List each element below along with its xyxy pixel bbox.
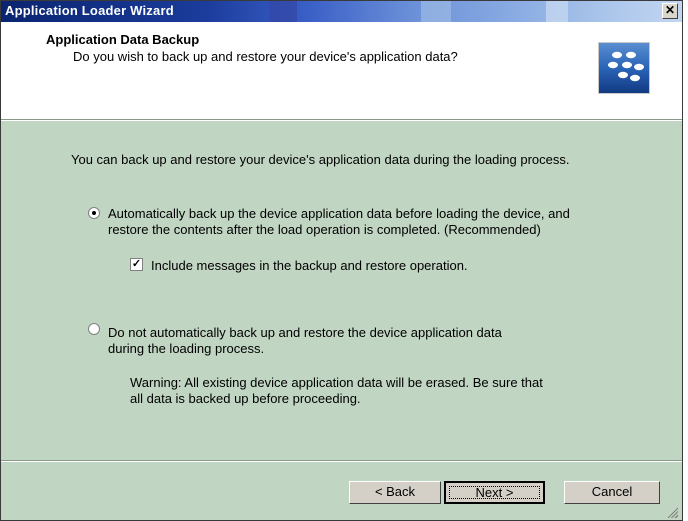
page-title: Application Data Backup bbox=[46, 32, 200, 47]
blackberry-logo-icon bbox=[598, 42, 650, 94]
close-button[interactable]: ✕ bbox=[662, 3, 678, 19]
header-divider bbox=[1, 119, 682, 121]
manual-backup-radio[interactable] bbox=[88, 323, 100, 335]
warning-line2: all data is backed up before proceeding. bbox=[130, 391, 361, 406]
include-messages-label[interactable]: Include messages in the backup and resto… bbox=[151, 258, 468, 274]
title-bar[interactable]: Application Loader Wizard ✕ bbox=[1, 1, 682, 22]
manual-backup-label-line1[interactable]: Do not automatically back up and restore… bbox=[108, 325, 502, 341]
footer-divider bbox=[1, 460, 682, 462]
wizard-window: Application Loader Wizard ✕ Application … bbox=[0, 0, 683, 521]
window-title: Application Loader Wizard bbox=[5, 3, 174, 18]
back-button[interactable]: < Back bbox=[349, 481, 441, 504]
resize-grip-icon[interactable] bbox=[666, 506, 678, 518]
page-subtitle: Do you wish to back up and restore your … bbox=[73, 49, 458, 64]
wizard-header: Application Data Backup Do you wish to b… bbox=[1, 22, 682, 119]
intro-text: You can back up and restore your device'… bbox=[71, 152, 570, 167]
close-icon: ✕ bbox=[664, 3, 676, 17]
auto-backup-label-line1[interactable]: Automatically back up the device applica… bbox=[108, 206, 570, 222]
warning-line1: Warning: All existing device application… bbox=[130, 375, 543, 390]
checkmark-icon: ✓ bbox=[131, 258, 142, 270]
focus-rectangle bbox=[449, 486, 540, 499]
auto-backup-radio[interactable] bbox=[88, 207, 100, 219]
manual-backup-label-line2: during the loading process. bbox=[108, 341, 265, 356]
next-button[interactable]: Next > bbox=[444, 481, 545, 504]
cancel-button[interactable]: Cancel bbox=[564, 481, 660, 504]
auto-backup-label-line2: restore the contents after the load oper… bbox=[108, 222, 541, 237]
include-messages-checkbox[interactable]: ✓ bbox=[130, 258, 143, 271]
radio-selected-dot bbox=[92, 211, 96, 215]
